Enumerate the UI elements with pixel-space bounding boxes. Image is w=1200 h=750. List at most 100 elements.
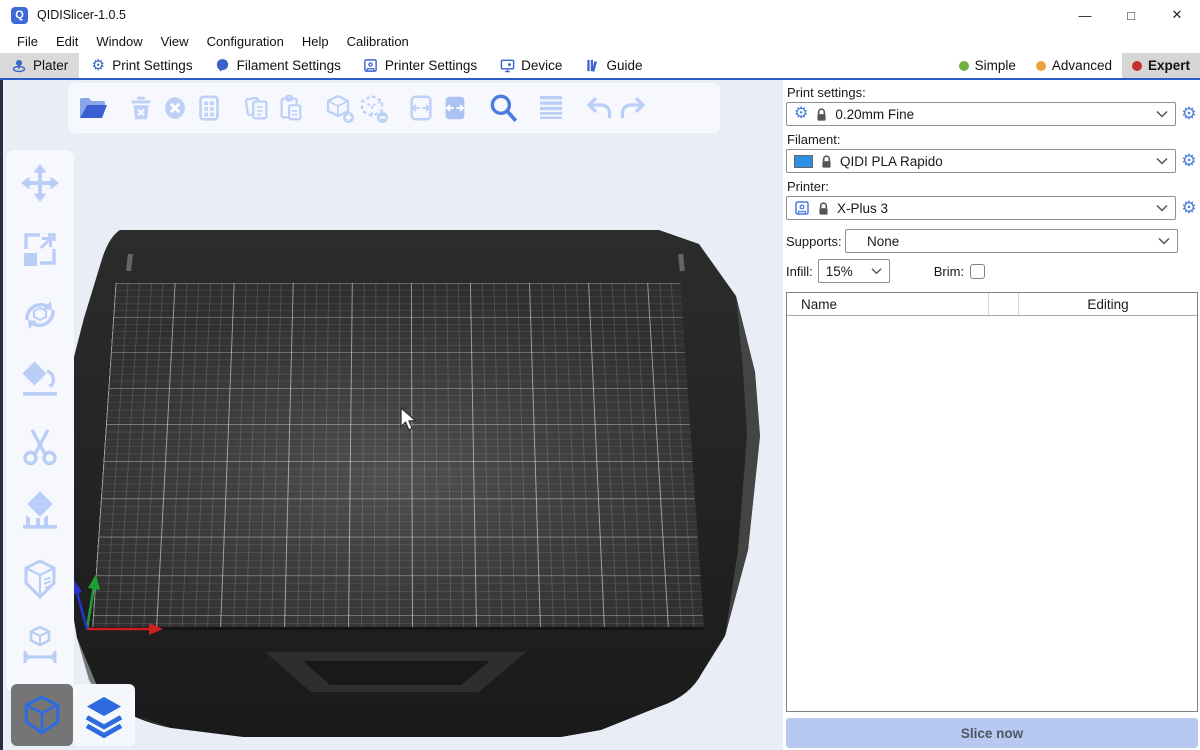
slice-now-button[interactable]: Slice now xyxy=(786,718,1198,748)
expert-dot-icon xyxy=(1132,61,1142,71)
undo-icon[interactable] xyxy=(582,91,616,125)
infill-combo[interactable]: 15% xyxy=(818,259,890,283)
gear-icon: ⚙ xyxy=(90,58,106,74)
cube-icon xyxy=(19,692,65,738)
print-settings-combo[interactable]: ⚙ 0.20mm Fine xyxy=(786,102,1176,126)
brim-checkbox[interactable] xyxy=(970,264,985,279)
supports-combo[interactable]: None xyxy=(845,229,1178,253)
simple-dot-icon xyxy=(959,61,969,71)
column-name: Name xyxy=(787,293,989,315)
redo-icon[interactable] xyxy=(616,91,650,125)
split-to-objects-icon[interactable] xyxy=(404,91,438,125)
delete-all-icon[interactable] xyxy=(158,91,192,125)
column-extruder xyxy=(989,293,1019,315)
tab-label: Plater xyxy=(33,58,68,73)
delete-icon[interactable] xyxy=(124,91,158,125)
object-list-body[interactable] xyxy=(787,316,1197,711)
printer-value: X-Plus 3 xyxy=(837,201,1149,216)
paint-on-supports-icon[interactable] xyxy=(17,490,63,536)
menu-file[interactable]: File xyxy=(8,32,47,51)
plater-icon xyxy=(11,58,27,74)
chevron-down-icon xyxy=(1158,237,1170,245)
print-settings-value: 0.20mm Fine xyxy=(835,107,1149,122)
copy-icon[interactable] xyxy=(240,91,274,125)
close-button[interactable]: ✕ xyxy=(1154,0,1200,30)
menu-view[interactable]: View xyxy=(152,32,198,51)
cut-icon[interactable] xyxy=(17,424,63,470)
menu-calibration[interactable]: Calibration xyxy=(338,32,418,51)
preview-button[interactable] xyxy=(73,684,135,746)
menu-edit[interactable]: Edit xyxy=(47,32,87,51)
tab-label: Printer Settings xyxy=(385,58,477,73)
advanced-dot-icon xyxy=(1036,61,1046,71)
printer-label: Printer: xyxy=(787,179,1198,194)
tab-plater[interactable]: Plater xyxy=(0,53,79,78)
column-editing: Editing xyxy=(1019,293,1197,315)
tab-print-settings[interactable]: ⚙ Print Settings xyxy=(79,53,203,78)
filament-value: QIDI PLA Rapido xyxy=(840,154,1149,169)
mode-selector: Simple Advanced Expert xyxy=(949,53,1200,78)
mode-simple[interactable]: Simple xyxy=(949,53,1026,78)
menu-configuration[interactable]: Configuration xyxy=(198,32,293,51)
gear-icon: ⚙ xyxy=(794,106,808,122)
scale-icon[interactable] xyxy=(17,226,63,272)
move-icon[interactable] xyxy=(17,160,63,206)
arrange-icon[interactable] xyxy=(192,91,226,125)
3d-editor-view-button[interactable] xyxy=(11,684,73,746)
printer-icon xyxy=(794,200,810,216)
brim-label: Brim: xyxy=(934,264,964,279)
filament-icon xyxy=(215,58,231,74)
infill-label: Infill: xyxy=(786,264,813,279)
origin-axes-gizmo xyxy=(3,80,783,750)
paste-icon[interactable] xyxy=(274,91,308,125)
3d-viewport[interactable] xyxy=(0,80,783,750)
tab-label: Print Settings xyxy=(112,58,192,73)
maximize-button[interactable]: □ xyxy=(1108,0,1154,30)
chevron-down-icon xyxy=(871,267,882,275)
filament-gear-button[interactable]: ⚙ xyxy=(1180,150,1198,172)
place-on-face-icon[interactable] xyxy=(17,358,63,404)
remove-instance-icon[interactable] xyxy=(356,91,390,125)
mode-advanced[interactable]: Advanced xyxy=(1026,53,1122,78)
tab-printer-settings[interactable]: Printer Settings xyxy=(352,53,488,78)
variable-layer-height-icon[interactable] xyxy=(534,91,568,125)
measure-icon[interactable] xyxy=(17,622,63,668)
print-settings-gear-button[interactable]: ⚙ xyxy=(1180,103,1198,125)
mode-expert[interactable]: Expert xyxy=(1122,53,1200,78)
supports-label: Supports: xyxy=(786,234,845,249)
seam-painting-icon[interactable] xyxy=(17,556,63,602)
settings-panel: Print settings: ⚙ 0.20mm Fine ⚙ Filament… xyxy=(783,80,1200,750)
title-bar: Q QIDISlicer-1.0.5 — □ ✕ xyxy=(0,0,1200,30)
search-icon[interactable] xyxy=(486,91,520,125)
tab-label: Filament Settings xyxy=(237,58,341,73)
filament-combo[interactable]: QIDI PLA Rapido xyxy=(786,149,1176,173)
printer-combo[interactable]: X-Plus 3 xyxy=(786,196,1176,220)
rotate-icon[interactable] xyxy=(17,292,63,338)
filament-label: Filament: xyxy=(787,132,1198,147)
split-to-parts-icon[interactable] xyxy=(438,91,472,125)
gizmo-toolbar xyxy=(6,150,74,692)
add-instance-icon[interactable] xyxy=(322,91,356,125)
window-title: QIDISlicer-1.0.5 xyxy=(37,8,126,22)
menu-window[interactable]: Window xyxy=(87,32,151,51)
tab-device[interactable]: Device xyxy=(488,53,573,78)
layers-icon xyxy=(79,690,129,740)
menu-bar: File Edit Window View Configuration Help… xyxy=(0,30,1200,53)
chevron-down-icon xyxy=(1156,204,1168,212)
menu-help[interactable]: Help xyxy=(293,32,338,51)
tab-label: Guide xyxy=(606,58,642,73)
mouse-cursor xyxy=(399,407,419,433)
minimize-button[interactable]: — xyxy=(1062,0,1108,30)
printer-icon xyxy=(363,58,379,74)
tab-filament-settings[interactable]: Filament Settings xyxy=(204,53,352,78)
plater-toolbar xyxy=(68,83,720,133)
guide-books-icon xyxy=(584,58,600,74)
tab-guide[interactable]: Guide xyxy=(573,53,653,78)
app-logo-icon: Q xyxy=(11,7,28,24)
open-file-icon[interactable] xyxy=(76,91,110,125)
infill-value: 15% xyxy=(826,264,864,279)
object-list-header: Name Editing xyxy=(787,293,1197,316)
chevron-down-icon xyxy=(1156,110,1168,118)
printer-gear-button[interactable]: ⚙ xyxy=(1180,197,1198,219)
object-list[interactable]: Name Editing xyxy=(786,292,1198,712)
